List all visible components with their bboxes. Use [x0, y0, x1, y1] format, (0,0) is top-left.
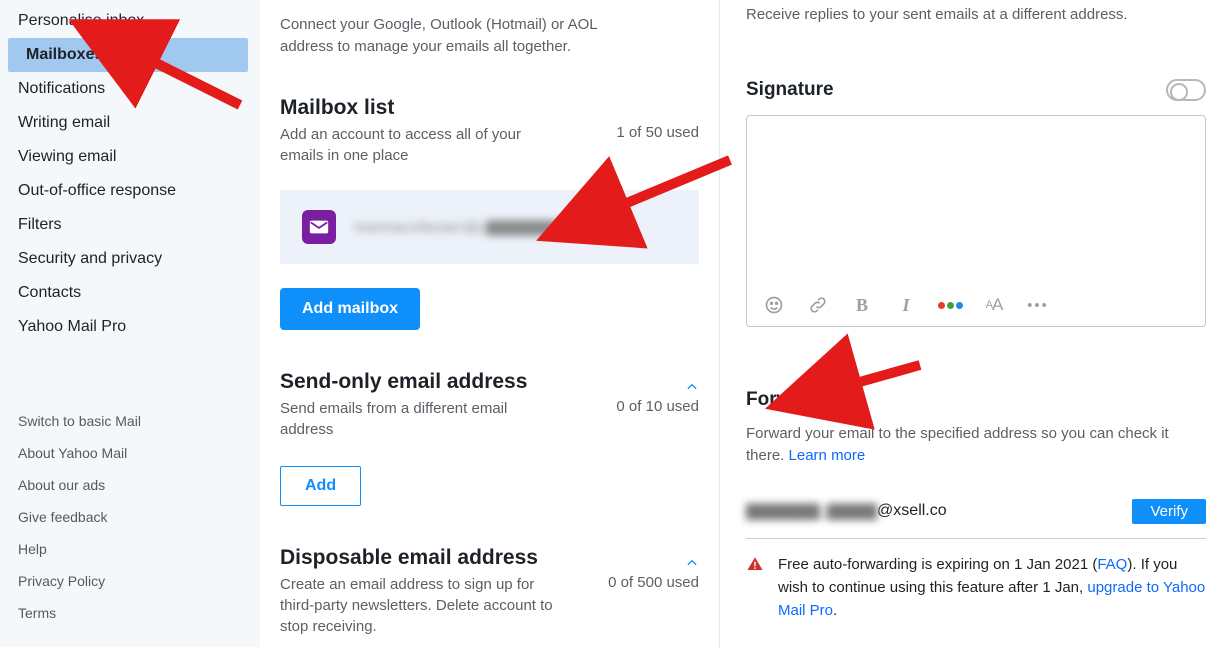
connect-description: Connect your Google, Outlook (Hotmail) o…	[280, 0, 620, 58]
center-column: Connect your Google, Outlook (Hotmail) o…	[260, 0, 720, 647]
link-icon[interactable]	[807, 294, 829, 316]
sidebar-item-yahoo-mail-pro[interactable]: Yahoo Mail Pro	[0, 310, 260, 344]
sidebar-link-about-ads[interactable]: About our ads	[18, 469, 242, 501]
forwarding-desc: Forward your email to the specified addr…	[746, 423, 1206, 467]
sidebar-link-privacy[interactable]: Privacy Policy	[18, 565, 242, 597]
forwarding-email: ▇▇▇▇▇▇ j▇▇▇▇@xsell.co	[746, 501, 947, 521]
bold-icon[interactable]: B	[851, 294, 873, 316]
sidebar-item-filters[interactable]: Filters	[0, 208, 260, 242]
yahoo-mail-icon	[302, 210, 336, 244]
mailbox-email-masked: marinacollester@y▇▇▇▇▇▇	[354, 218, 677, 236]
reply-to-desc: Receive replies to your sent emails at a…	[746, 0, 1206, 23]
verify-button[interactable]: Verify	[1132, 499, 1206, 524]
forwarding-title: Forwarding	[746, 389, 1206, 411]
learn-more-link[interactable]: Learn more	[789, 447, 866, 464]
send-only-used-count: 0 of 10 used	[616, 398, 699, 415]
font-size-icon[interactable]: AA	[983, 294, 1005, 316]
mailbox-used-count: 1 of 50 used	[616, 124, 699, 141]
sidebar-link-basic-mail[interactable]: Switch to basic Mail	[18, 405, 242, 437]
signature-editor[interactable]: B I AA •••	[746, 115, 1206, 327]
text-color-icon[interactable]	[939, 294, 961, 316]
sidebar-item-viewing-email[interactable]: Viewing email	[0, 140, 260, 174]
italic-icon[interactable]: I	[895, 294, 917, 316]
signature-title: Signature	[746, 79, 834, 101]
mailbox-row[interactable]: marinacollester@y▇▇▇▇▇▇	[280, 190, 699, 264]
forwarding-warning: Free auto-forwarding is expiring on 1 Ja…	[746, 553, 1206, 623]
signature-toggle[interactable]	[1166, 79, 1206, 101]
sidebar-item-writing-email[interactable]: Writing email	[0, 106, 260, 140]
disposable-sub: Create an email address to sign up for t…	[280, 574, 560, 637]
sidebar-item-contacts[interactable]: Contacts	[0, 276, 260, 310]
mailbox-list-title: Mailbox list	[280, 96, 540, 120]
disposable-used-count: 0 of 500 used	[608, 574, 699, 591]
add-send-only-button[interactable]: Add	[280, 466, 361, 506]
sidebar-item-mailboxes[interactable]: Mailboxes	[8, 38, 248, 72]
chevron-up-icon[interactable]	[685, 380, 699, 394]
sidebar: Personalise inbox Mailboxes Notification…	[0, 0, 260, 647]
right-column: Receive replies to your sent emails at a…	[720, 0, 1232, 647]
faq-link[interactable]: FAQ	[1097, 556, 1127, 573]
send-only-sub: Send emails from a different email addre…	[280, 398, 540, 440]
sidebar-link-about-yahoo[interactable]: About Yahoo Mail	[18, 437, 242, 469]
sidebar-item-personalise[interactable]: Personalise inbox	[0, 4, 260, 38]
more-icon[interactable]: •••	[1027, 294, 1049, 316]
sidebar-item-out-of-office[interactable]: Out-of-office response	[0, 174, 260, 208]
sidebar-link-terms[interactable]: Terms	[18, 597, 242, 629]
sidebar-item-notifications[interactable]: Notifications	[0, 72, 260, 106]
add-mailbox-button[interactable]: Add mailbox	[280, 288, 420, 330]
send-only-title: Send-only email address	[280, 370, 540, 394]
chevron-up-icon[interactable]	[685, 556, 699, 570]
warning-icon	[746, 555, 766, 623]
mailbox-list-sub: Add an account to access all of your ema…	[280, 124, 540, 166]
sidebar-item-security[interactable]: Security and privacy	[0, 242, 260, 276]
emoji-icon[interactable]	[763, 294, 785, 316]
disposable-title: Disposable email address	[280, 546, 560, 570]
editor-toolbar: B I AA •••	[747, 284, 1205, 326]
sidebar-link-give-feedback[interactable]: Give feedback	[18, 501, 242, 533]
sidebar-link-help[interactable]: Help	[18, 533, 242, 565]
